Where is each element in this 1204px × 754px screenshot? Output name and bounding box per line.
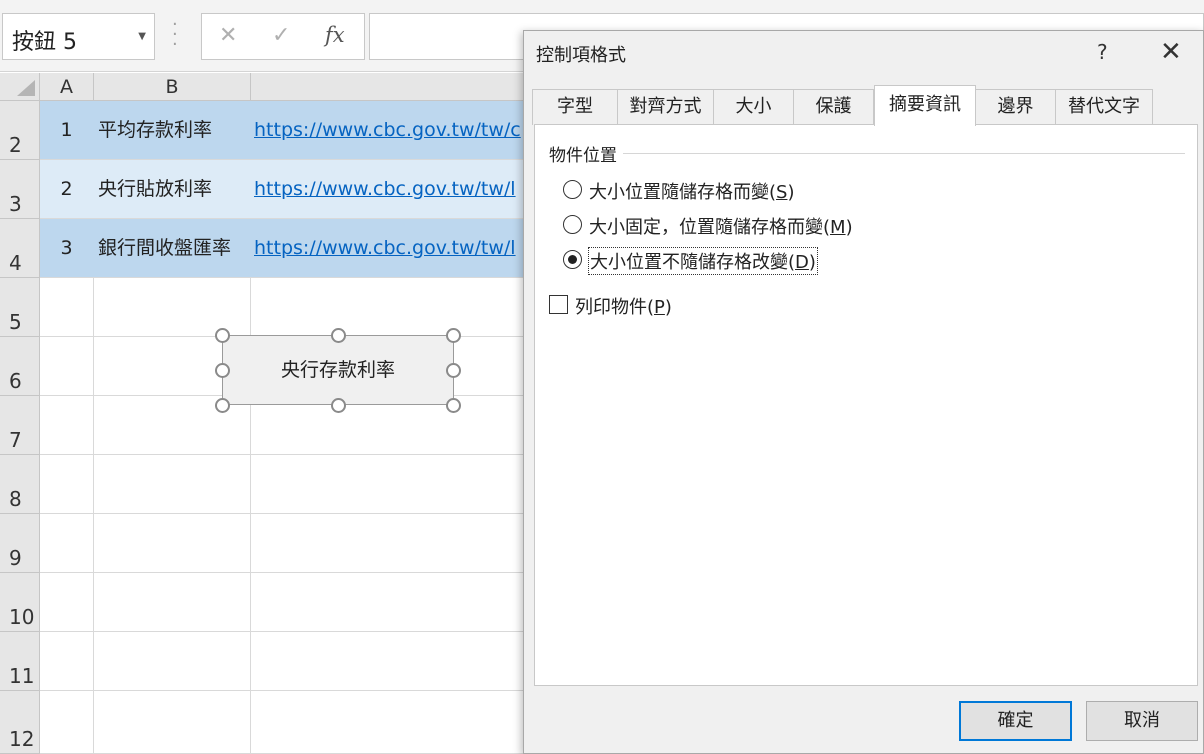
cell-a2[interactable]: 1 <box>40 101 94 159</box>
close-icon[interactable]: ✕ <box>1160 37 1182 67</box>
cell-c3-link[interactable]: https://www.cbc.gov.tw/tw/l <box>251 160 551 218</box>
tab-size[interactable]: 大小 <box>713 89 794 125</box>
access-key: P <box>654 297 665 318</box>
select-all-icon <box>17 80 35 96</box>
radio-button[interactable] <box>563 180 582 199</box>
drag-handle-icon[interactable]: · · · <box>172 16 178 54</box>
name-box-value: 按鈕 5 <box>12 30 77 55</box>
cell[interactable] <box>94 691 251 753</box>
tab-font[interactable]: 字型 <box>532 89 618 125</box>
cell[interactable] <box>40 514 94 572</box>
row-header-9[interactable]: 9 <box>0 514 40 573</box>
cell-c2-link[interactable]: https://www.cbc.gov.tw/tw/c <box>251 101 551 159</box>
cancel-button[interactable]: 取消 <box>1086 701 1198 741</box>
cell[interactable] <box>40 337 94 395</box>
tab-properties[interactable]: 摘要資訊 <box>874 85 976 126</box>
access-key: M <box>830 217 846 238</box>
dialog-title: 控制項格式 <box>536 45 626 66</box>
tab-alignment[interactable]: 對齊方式 <box>617 89 714 125</box>
cell[interactable] <box>94 573 251 631</box>
column-header-b[interactable]: B <box>94 73 251 101</box>
row-header-8[interactable]: 8 <box>0 455 40 514</box>
resize-handle[interactable] <box>331 328 346 343</box>
resize-handle[interactable] <box>215 398 230 413</box>
cell-c4-link[interactable]: https://www.cbc.gov.tw/tw/l <box>251 219 551 277</box>
cancel-icon[interactable]: ✕ <box>219 23 237 48</box>
object-positioning-label: 物件位置 <box>549 141 623 166</box>
radio-button[interactable] <box>563 215 582 234</box>
cell[interactable] <box>40 691 94 753</box>
cell[interactable] <box>94 632 251 690</box>
column-header-a[interactable]: A <box>40 73 94 101</box>
radio-label: 大小位置不隨儲存格改變 <box>590 252 788 273</box>
row-header-11[interactable]: 11 <box>0 632 40 691</box>
row-header-6[interactable]: 6 <box>0 337 40 396</box>
cell-b3[interactable]: 央行貼放利率 <box>94 160 251 218</box>
tab-alt-text[interactable]: 替代文字 <box>1055 89 1153 125</box>
formula-buttons: ✕ ✓ fx <box>201 13 365 60</box>
check-icon[interactable]: ✓ <box>272 23 290 48</box>
resize-handle[interactable] <box>446 363 461 378</box>
group-divider <box>549 153 1185 154</box>
row-header-12[interactable]: 12 <box>0 691 40 754</box>
row-header-10[interactable]: 10 <box>0 573 40 632</box>
cell-a3[interactable]: 2 <box>40 160 94 218</box>
cell[interactable] <box>40 278 94 336</box>
print-object-checkbox[interactable] <box>549 295 568 314</box>
resize-handle[interactable] <box>215 363 230 378</box>
select-all-button[interactable] <box>0 73 40 101</box>
insert-function-icon[interactable]: fx <box>325 23 345 47</box>
tab-protection[interactable]: 保護 <box>793 89 874 125</box>
format-control-dialog: 控制項格式 ? ✕ 字型 對齊方式 大小 保護 摘要資訊 邊界 替代文字 物件位… <box>523 30 1204 754</box>
cell[interactable] <box>94 514 251 572</box>
radio-button-checked[interactable] <box>563 250 582 269</box>
row-header-5[interactable]: 5 <box>0 278 40 337</box>
row-header-4[interactable]: 4 <box>0 219 40 278</box>
row-header-3[interactable]: 3 <box>0 160 40 219</box>
resize-handle[interactable] <box>446 328 461 343</box>
ok-button[interactable]: 確定 <box>959 701 1072 741</box>
resize-handle[interactable] <box>215 328 230 343</box>
properties-panel: 物件位置 大小位置隨儲存格而變(S) 大小固定，位置隨儲存格而變(M) 大小位置… <box>534 124 1198 686</box>
checkbox-label: 列印物件 <box>575 297 647 318</box>
help-icon[interactable]: ? <box>1097 40 1108 64</box>
row-header-7[interactable]: 7 <box>0 396 40 455</box>
resize-handle[interactable] <box>446 398 461 413</box>
row-header-2[interactable]: 2 <box>0 101 40 160</box>
access-key: S <box>776 182 788 203</box>
cell-b2[interactable]: 平均存款利率 <box>94 101 251 159</box>
tab-margins[interactable]: 邊界 <box>975 89 1056 125</box>
name-box[interactable]: 按鈕 5 ▼ <box>2 13 155 60</box>
cell[interactable] <box>94 455 251 513</box>
cell[interactable] <box>40 573 94 631</box>
cell[interactable] <box>40 455 94 513</box>
radio-label: 大小位置隨儲存格而變 <box>589 182 769 203</box>
radio-label: 大小固定，位置隨儲存格而變 <box>589 217 823 238</box>
cell[interactable] <box>40 396 94 454</box>
access-key: D <box>795 252 809 273</box>
form-control-button[interactable]: 央行存款利率 <box>222 335 454 405</box>
cell[interactable] <box>40 632 94 690</box>
cell[interactable] <box>94 278 251 336</box>
chevron-down-icon[interactable]: ▼ <box>138 31 146 42</box>
cell-b4[interactable]: 銀行間收盤匯率 <box>94 219 251 277</box>
resize-handle[interactable] <box>331 398 346 413</box>
cell-a4[interactable]: 3 <box>40 219 94 277</box>
